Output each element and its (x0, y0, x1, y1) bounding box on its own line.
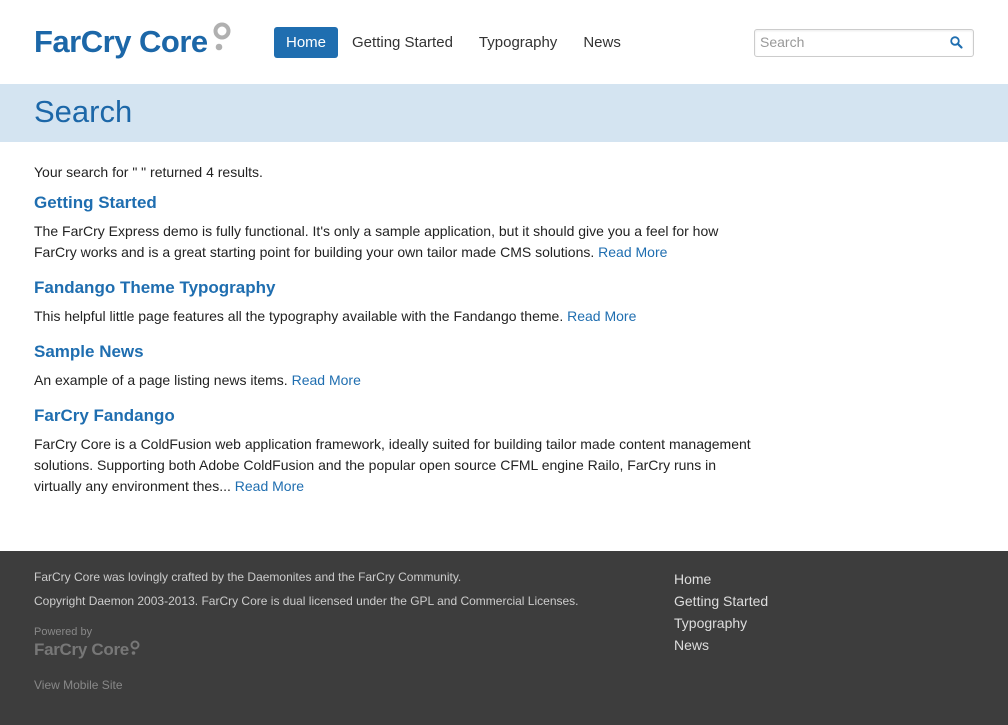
result-item: FarCry Fandango FarCry Core is a ColdFus… (34, 405, 754, 497)
result-title-link[interactable]: Getting Started (34, 192, 754, 214)
footer-copyright: Copyright Daemon 2003-2013. FarCry Core … (34, 594, 579, 608)
read-more-link[interactable]: Read More (235, 478, 304, 494)
search-input[interactable] (755, 30, 940, 54)
powered-by-label: Powered by (34, 626, 93, 638)
result-description: FarCry Core is a ColdFusion web applicat… (34, 434, 754, 497)
result-description: An example of a page listing news items.… (34, 370, 754, 391)
result-description: The FarCry Express demo is fully functio… (34, 221, 754, 263)
result-item: Getting Started The FarCry Express demo … (34, 192, 754, 263)
nav-home[interactable]: Home (274, 27, 339, 58)
site-header: FarCry Core Home Getting Started Typogra… (0, 0, 1008, 84)
view-mobile-site-link[interactable]: View Mobile Site (34, 678, 579, 692)
logo-mark-icon (210, 22, 234, 60)
page-title: Search (34, 94, 133, 129)
read-more-link[interactable]: Read More (598, 244, 667, 260)
footer-info: FarCry Core was lovingly crafted by the … (34, 570, 579, 692)
main-nav: Home Getting Started Typography News (274, 27, 635, 58)
logo-text: FarCry Core (34, 24, 208, 59)
footer-link-getting-started[interactable]: Getting Started (674, 590, 768, 612)
search-icon[interactable] (949, 35, 965, 51)
footer-nav: Home Getting Started Typography News (674, 568, 768, 656)
nav-typography[interactable]: Typography (467, 27, 569, 58)
footer-credit: FarCry Core was lovingly crafted by the … (34, 570, 462, 584)
result-item: Fandango Theme Typography This helpful l… (34, 277, 754, 327)
farcry-core-logo[interactable]: FarCry Core (34, 22, 234, 62)
site-footer: FarCry Core was lovingly crafted by the … (0, 551, 1008, 725)
result-item: Sample News An example of a page listing… (34, 341, 754, 391)
results-summary: Your search for " " returned 4 results. (34, 164, 263, 180)
result-text: FarCry Core is a ColdFusion web applicat… (34, 436, 751, 494)
footer-link-typography[interactable]: Typography (674, 612, 768, 634)
result-text: An example of a page listing news items. (34, 372, 288, 388)
footer-link-news[interactable]: News (674, 634, 768, 656)
footer-link-home[interactable]: Home (674, 568, 768, 590)
page-banner: Search (0, 84, 1008, 142)
result-text: This helpful little page features all th… (34, 308, 564, 324)
result-description: This helpful little page features all th… (34, 306, 754, 327)
nav-news[interactable]: News (571, 27, 633, 58)
search-box (754, 29, 974, 57)
powered-by-logo[interactable]: FarCry Core (34, 640, 579, 660)
result-title-link[interactable]: Fandango Theme Typography (34, 277, 754, 299)
result-title-link[interactable]: FarCry Fandango (34, 405, 754, 427)
read-more-link[interactable]: Read More (567, 308, 636, 324)
read-more-link[interactable]: Read More (292, 372, 361, 388)
nav-getting-started[interactable]: Getting Started (340, 27, 465, 58)
footer-logo-mark-icon (130, 640, 140, 655)
result-title-link[interactable]: Sample News (34, 341, 754, 363)
search-results: Your search for " " returned 4 results. … (34, 162, 754, 511)
footer-logo-text: FarCry Core (34, 640, 129, 659)
